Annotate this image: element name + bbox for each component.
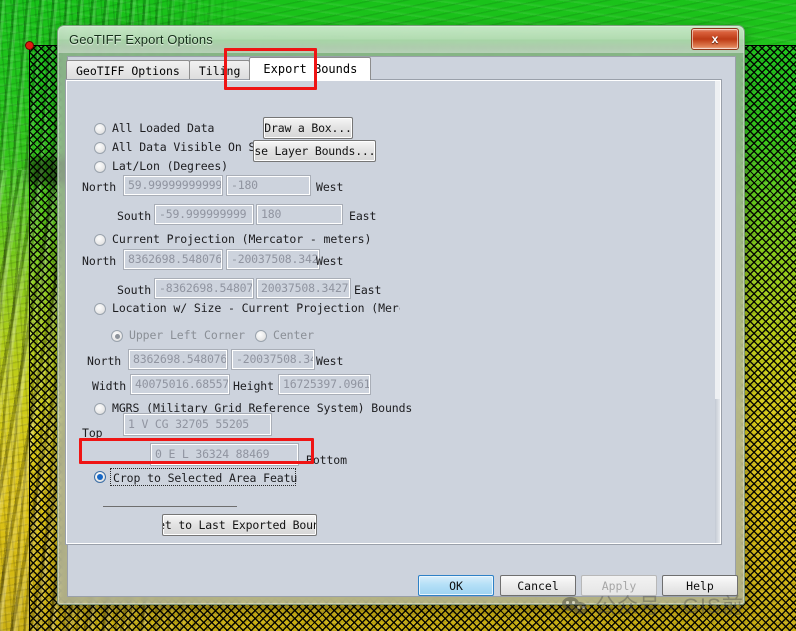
input-latlon-east[interactable]: 180 — [257, 205, 342, 224]
apply-button-label: Apply — [601, 578, 637, 593]
input-mgrs-top-value: 1 V CG 32705 55205 — [128, 417, 250, 431]
cancel-button-label: Cancel — [517, 578, 559, 593]
ok-button[interactable]: OK — [418, 575, 494, 596]
radio-all-visible-on-screen[interactable] — [94, 142, 106, 154]
input-proj-north-value: 8362698.548076 — [128, 252, 222, 266]
radio-all-loaded-data[interactable] — [94, 123, 106, 135]
help-button-label: Help — [686, 578, 714, 593]
input-mgrs-bottom-value: 0 E L 36324 88469 — [155, 447, 270, 461]
label-latlon-south: South — [117, 209, 152, 223]
input-latlon-west-value: -180 — [231, 178, 258, 192]
radio-lat-lon[interactable] — [94, 161, 106, 173]
label-mgrs: MGRS (Military Grid Reference System) Bo… — [112, 401, 413, 415]
label-proj-south: South — [117, 283, 152, 297]
close-icon[interactable]: x — [691, 28, 739, 50]
input-latlon-west[interactable]: -180 — [227, 176, 310, 195]
panel-scrollbar[interactable] — [715, 81, 720, 543]
radio-mgrs[interactable] — [94, 403, 106, 415]
selection-vertex-handle[interactable] — [26, 42, 33, 49]
input-latlon-east-value: 180 — [261, 207, 282, 221]
label-latlon-north: North — [82, 180, 117, 194]
input-locsize-height[interactable]: 16725397.09615 — [279, 375, 370, 394]
label-locsize-north: North — [87, 354, 122, 368]
input-locsize-height-value: 16725397.09615 — [283, 377, 370, 391]
label-proj-north: North — [82, 254, 117, 268]
input-latlon-south[interactable]: -59.999999999 — [155, 205, 253, 224]
use-layer-bounds-button[interactable]: Use Layer Bounds... — [253, 140, 376, 162]
input-locsize-north[interactable]: 8362698.548076 — [129, 350, 227, 369]
ok-button-label: OK — [449, 578, 463, 593]
cancel-button[interactable]: Cancel — [500, 575, 576, 596]
input-proj-east[interactable]: 20037508.34278 — [257, 279, 350, 298]
tab-geotiff-options[interactable]: GeoTIFF Options — [66, 60, 190, 80]
tab-geotiff-options-label: GeoTIFF Options — [76, 63, 180, 78]
input-mgrs-bottom[interactable]: 0 E L 36324 88469 — [151, 444, 298, 465]
radio-center[interactable] — [255, 330, 267, 342]
label-upper-left-corner: Upper Left Corner — [129, 328, 246, 342]
input-proj-west-value: -20037508.3427 — [231, 252, 319, 266]
label-proj-east: East — [354, 283, 382, 297]
reset-to-last-exported-bounds-label: Reset to Last Exported Bounds — [163, 518, 316, 532]
use-layer-bounds-button-label: Use Layer Bounds... — [253, 144, 376, 158]
input-proj-south-value: -8362698.54807 — [159, 281, 253, 295]
input-latlon-north-value: 59.99999999999 — [128, 178, 222, 192]
reset-to-last-exported-bounds-button[interactable]: Reset to Last Exported Bounds — [162, 514, 317, 536]
panel-scrollbar-thumb[interactable] — [715, 81, 720, 399]
label-mgrs-bottom: Bottom — [306, 453, 347, 467]
draw-a-box-button-label: Draw a Box... — [264, 121, 352, 135]
export-bounds-panel: All Loaded Data All Data Visible On Scre… — [66, 80, 721, 544]
input-locsize-west[interactable]: -20037508.3427 — [232, 350, 314, 369]
geotiff-export-options-window: GeoTIFF Export Options x GeoTIFF Options… — [57, 25, 745, 605]
input-locsize-width[interactable]: 40075016.68557 — [131, 375, 229, 394]
input-proj-west[interactable]: -20037508.3427 — [227, 250, 319, 269]
input-locsize-west-value: -20037508.3427 — [236, 352, 313, 366]
divider — [103, 506, 237, 507]
tabstrip: GeoTIFF Options Tiling Export Bounds — [66, 57, 721, 80]
radio-location-with-size[interactable] — [94, 303, 106, 315]
label-current-projection: Current Projection (Mercator - meters) — [112, 232, 372, 246]
input-locsize-north-value: 8362698.548076 — [133, 352, 227, 366]
label-locsize-west: West — [316, 354, 344, 368]
label-latlon-west: West — [316, 180, 344, 194]
window-titlebar[interactable]: GeoTIFF Export Options x — [58, 26, 744, 53]
input-latlon-south-value: -59.999999999 — [159, 207, 247, 221]
window-title: GeoTIFF Export Options — [69, 32, 213, 47]
tab-tiling[interactable]: Tiling — [188, 60, 251, 80]
radio-crop-to-selected-area[interactable] — [94, 471, 106, 483]
label-mgrs-top: Top — [82, 426, 103, 440]
label-latlon-east: East — [349, 209, 377, 223]
input-proj-north[interactable]: 8362698.548076 — [124, 250, 222, 269]
input-locsize-width-value: 40075016.68557 — [135, 377, 229, 391]
screenshot-root: GeoTIFF Export Options x GeoTIFF Options… — [0, 0, 796, 631]
input-mgrs-top[interactable]: 1 V CG 32705 55205 — [124, 414, 271, 435]
label-location-with-size: Location w/ Size - Current Projection (M… — [112, 301, 400, 315]
label-lat-lon: Lat/Lon (Degrees) — [112, 159, 229, 173]
label-crop-to-selected-area: Crop to Selected Area Feature(s) — [113, 471, 297, 485]
tab-export-bounds-label: Export Bounds — [263, 62, 358, 76]
radio-upper-left-corner[interactable] — [111, 330, 123, 342]
draw-a-box-button[interactable]: Draw a Box... — [263, 117, 353, 139]
tab-tiling-label: Tiling — [198, 63, 241, 78]
input-proj-south[interactable]: -8362698.54807 — [155, 279, 253, 298]
close-icon-glyph: x — [711, 32, 719, 46]
input-latlon-north[interactable]: 59.99999999999 — [124, 176, 222, 195]
label-locsize-width: Width — [92, 379, 127, 393]
tab-export-bounds[interactable]: Export Bounds — [249, 57, 372, 80]
label-all-loaded-data: All Loaded Data — [112, 121, 215, 135]
label-locsize-height: Height — [233, 379, 274, 393]
label-proj-west: West — [316, 254, 344, 268]
input-proj-east-value: 20037508.34278 — [261, 281, 350, 295]
apply-button: Apply — [581, 575, 657, 596]
radio-current-projection[interactable] — [94, 234, 106, 246]
label-center: Center — [273, 328, 314, 342]
help-button[interactable]: Help — [662, 575, 738, 596]
